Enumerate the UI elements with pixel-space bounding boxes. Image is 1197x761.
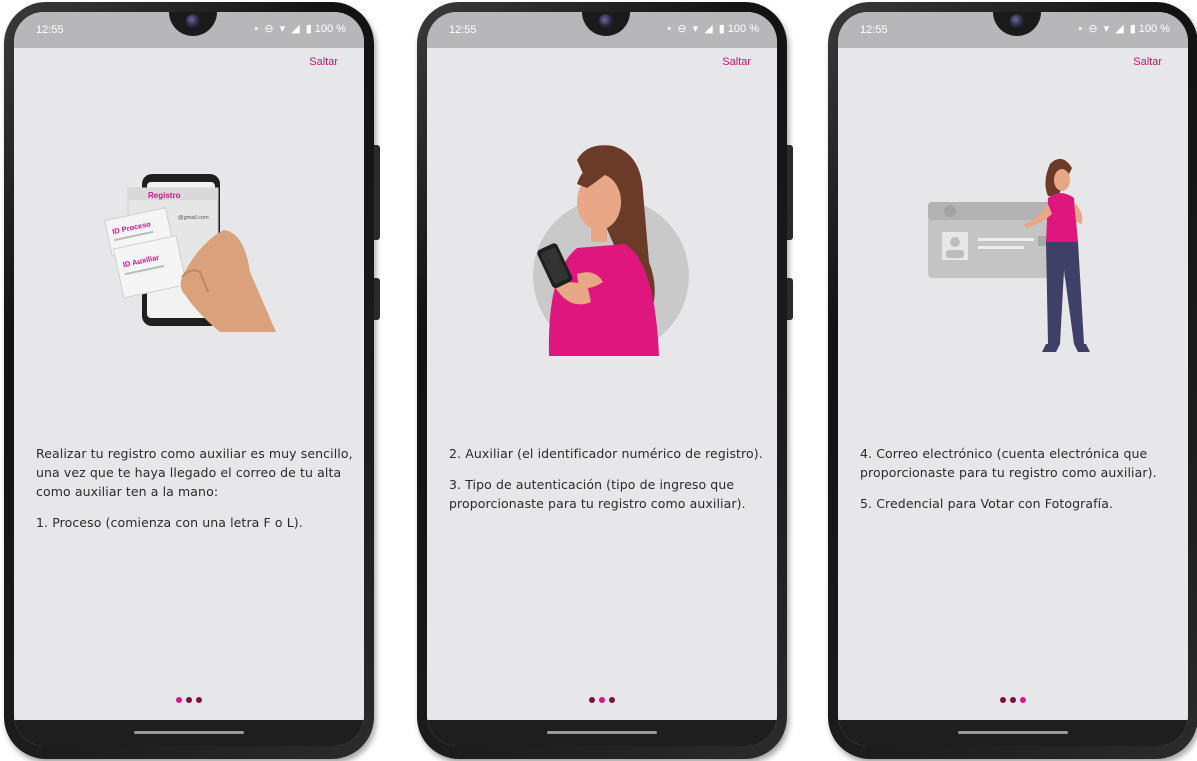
navigation-bar [838, 720, 1188, 746]
paragraph: 3. Tipo de autenticación (tipo de ingres… [449, 477, 746, 511]
registration-illustration: Registro @gmail.com ID Proceso ID Auxili… [104, 174, 276, 332]
camera-notch [169, 12, 217, 36]
status-icons: • ⊖ ▾ ◢ ▮ 100 % [664, 22, 759, 35]
registro-label: Registro [148, 191, 181, 200]
volume-button [787, 145, 793, 240]
gmail-label: @gmail.com [178, 215, 209, 221]
status-time: 12:55 [860, 24, 888, 36]
status-bar: 12:55 • ⊖ ▾ ◢ ▮ 100 % [838, 12, 1188, 48]
navigation-bar [427, 720, 777, 746]
page-indicator [427, 688, 777, 707]
page-dot-1[interactable] [589, 697, 595, 703]
camera-icon [186, 14, 200, 28]
notification-dot-icon: • [667, 23, 672, 35]
skip-button[interactable]: Saltar [722, 56, 751, 68]
page-dot-3[interactable] [196, 697, 202, 703]
app-screen: 12:55 • ⊖ ▾ ◢ ▮ 100 % Saltar Registro @gm… [14, 12, 364, 746]
battery-icon: ▮ [305, 23, 312, 35]
camera-icon [599, 14, 613, 28]
home-indicator[interactable] [547, 731, 657, 734]
woman-smartphone-illustration [533, 145, 689, 356]
status-time: 12:55 [449, 24, 477, 36]
phone-screen-2: 12:55 • ⊖ ▾ ◢ ▮ 100 % Saltar 2. Auxiliar… [417, 0, 793, 761]
page-dot-2[interactable] [599, 697, 605, 703]
do-not-disturb-icon: ⊖ [677, 23, 687, 35]
onboarding-text: Realizar tu registro como auxiliar es mu… [36, 444, 354, 544]
wifi-icon: ▾ [279, 23, 286, 35]
woman-id-card-illustration [928, 158, 1090, 352]
signal-icon: ◢ [1115, 23, 1124, 35]
power-button [787, 278, 793, 320]
skip-button[interactable]: Saltar [1133, 56, 1162, 68]
status-icons: • ⊖ ▾ ◢ ▮ 100 % [1075, 22, 1170, 35]
navigation-bar [14, 720, 364, 746]
skip-button[interactable]: Saltar [309, 56, 338, 68]
battery-level: 100 % [727, 23, 759, 35]
camera-icon [1010, 14, 1024, 28]
paragraph: 1. Proceso (comienza con una letra F o L… [36, 515, 303, 530]
page-dot-2[interactable] [186, 697, 192, 703]
battery-icon: ▮ [1129, 23, 1136, 35]
neck [591, 226, 607, 242]
volume-button [374, 145, 380, 240]
home-indicator[interactable] [958, 731, 1068, 734]
status-bar: 12:55 • ⊖ ▾ ◢ ▮ 100 % [14, 12, 364, 48]
onboarding-text: 4. Correo electrónico (cuenta electrónic… [860, 444, 1178, 525]
do-not-disturb-icon: ⊖ [1088, 23, 1098, 35]
notification-dot-icon: • [254, 23, 259, 35]
onboarding-text: 2. Auxiliar (el identificador numérico d… [449, 444, 767, 525]
camera-notch [993, 12, 1041, 36]
battery-icon: ▮ [718, 23, 725, 35]
power-button [374, 278, 380, 320]
wifi-icon: ▾ [1103, 23, 1110, 35]
status-icons: • ⊖ ▾ ◢ ▮ 100 % [251, 22, 346, 35]
signal-icon: ◢ [704, 23, 713, 35]
camera-notch [582, 12, 630, 36]
paragraph: 5. Credencial para Votar con Fotografía. [860, 496, 1114, 511]
battery-level: 100 % [1138, 23, 1170, 35]
page-dot-3[interactable] [609, 697, 615, 703]
battery-level: 100 % [314, 23, 346, 35]
phone-screen-1: 12:55 • ⊖ ▾ ◢ ▮ 100 % Saltar Registro @gm… [4, 0, 380, 761]
paragraph: Realizar tu registro como auxiliar es mu… [36, 446, 353, 499]
app-screen: 12:55 • ⊖ ▾ ◢ ▮ 100 % Saltar [427, 12, 777, 746]
status-time: 12:55 [36, 24, 64, 36]
home-indicator[interactable] [134, 731, 244, 734]
wifi-icon: ▾ [692, 23, 699, 35]
page-dot-2[interactable] [1010, 697, 1016, 703]
status-bar: 12:55 • ⊖ ▾ ◢ ▮ 100 % [427, 12, 777, 48]
notification-dot-icon: • [1078, 23, 1083, 35]
app-screen: 12:55 • ⊖ ▾ ◢ ▮ 100 % Saltar [838, 12, 1188, 746]
page-indicator [14, 688, 364, 707]
page-dot-1[interactable] [1000, 697, 1006, 703]
signal-icon: ◢ [291, 23, 300, 35]
page-indicator [838, 688, 1188, 707]
paragraph: 4. Correo electrónico (cuenta electrónic… [860, 446, 1157, 480]
page-dot-3[interactable] [1020, 697, 1026, 703]
paragraph: 2. Auxiliar (el identificador numérico d… [449, 446, 763, 461]
phone-screen-3: 12:55 • ⊖ ▾ ◢ ▮ 100 % Saltar 4. Correo e… [828, 0, 1197, 761]
page-dot-1[interactable] [176, 697, 182, 703]
do-not-disturb-icon: ⊖ [264, 23, 274, 35]
